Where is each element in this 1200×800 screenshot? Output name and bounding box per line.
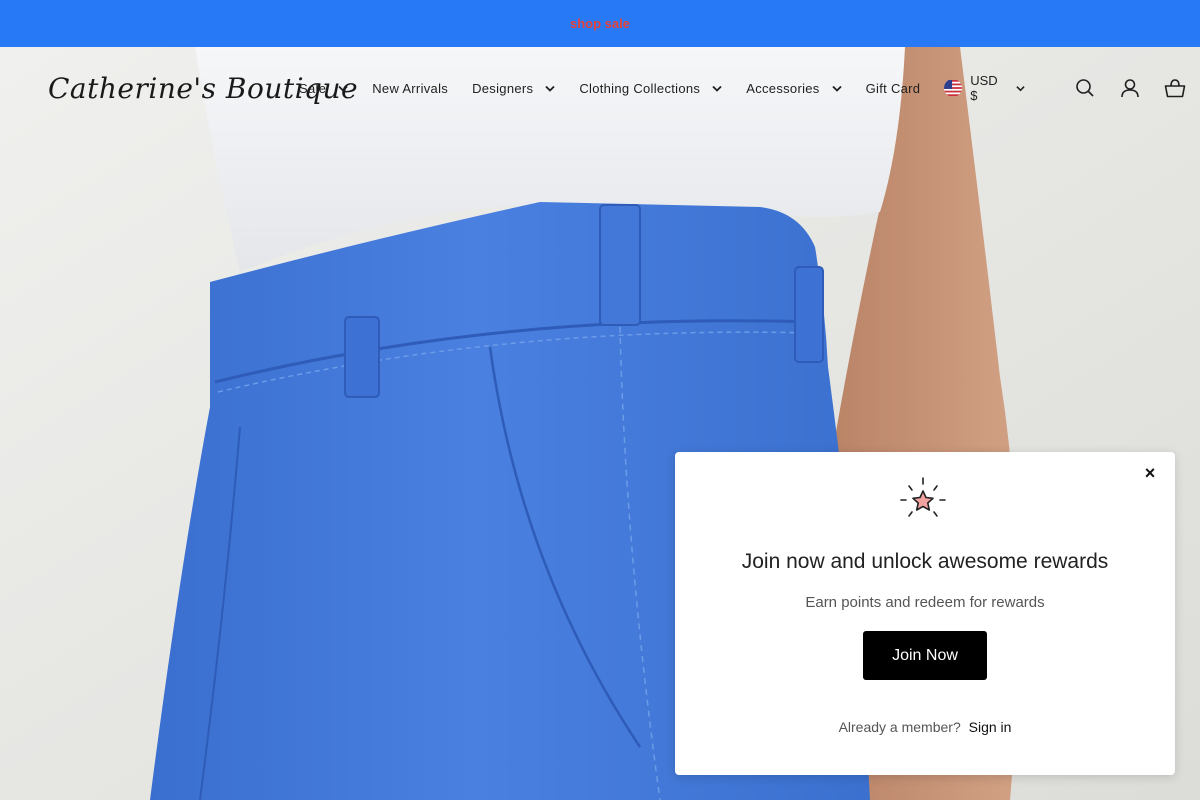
- nav-item-sale[interactable]: Sale: [299, 81, 348, 96]
- site-header: Catherine's Boutique Sale New Arrivals D…: [0, 47, 1200, 129]
- currency-selector[interactable]: USD $: [944, 73, 1026, 103]
- nav-item-clothing-collections[interactable]: Clothing Collections: [579, 81, 722, 96]
- chevron-down-icon: [831, 85, 842, 92]
- nav-item-label: Clothing Collections: [579, 80, 701, 96]
- account-icon: [1120, 79, 1139, 98]
- announcement-bar: shop sale: [0, 0, 1200, 47]
- popup-title: Join now and unlock awesome rewards: [741, 550, 1109, 573]
- shop-sale-link[interactable]: shop sale: [570, 16, 630, 31]
- nav-item-designers[interactable]: Designers: [472, 81, 555, 96]
- nav-item-new-arrivals[interactable]: New Arrivals: [372, 81, 448, 96]
- us-flag-icon: [944, 79, 963, 97]
- account-button[interactable]: [1120, 77, 1140, 99]
- main-nav: Sale New Arrivals Designers Clothing Col…: [299, 81, 944, 96]
- nav-item-label: Accessories: [746, 80, 820, 96]
- nav-item-label: Designers: [472, 80, 534, 96]
- store-logo[interactable]: Catherine's Boutique: [48, 72, 358, 105]
- sparkle-star-icon: [900, 477, 946, 517]
- nav-item-label: Sale: [299, 80, 327, 96]
- popup-subtitle: Earn points and redeem for rewards: [805, 594, 1045, 611]
- nav-item-label: Gift Card: [865, 80, 921, 96]
- chevron-down-icon: [712, 85, 722, 92]
- cart-button[interactable]: [1164, 77, 1186, 99]
- chevron-down-icon: [338, 85, 348, 92]
- chevron-down-icon: [1016, 85, 1026, 91]
- join-now-button[interactable]: Join Now: [863, 631, 987, 680]
- member-prompt: Already a member? Sign in: [675, 719, 1175, 735]
- cart-icon: [1164, 79, 1186, 98]
- chevron-down-icon: [545, 85, 555, 92]
- close-icon[interactable]: ×: [1141, 464, 1159, 482]
- sign-in-link[interactable]: Sign in: [969, 719, 1012, 735]
- rewards-popup: × Join now and unlock awesome rewards Ea…: [675, 452, 1175, 775]
- nav-item-gift-card[interactable]: Gift Card: [866, 81, 921, 96]
- search-icon: [1076, 79, 1095, 97]
- nav-item-label: New Arrivals: [372, 80, 449, 96]
- header-actions: USD $: [944, 73, 1186, 103]
- search-button[interactable]: [1075, 77, 1095, 99]
- member-text: Already a member?: [838, 719, 961, 735]
- currency-label: USD $: [970, 73, 998, 103]
- nav-item-accessories[interactable]: Accessories: [746, 80, 842, 96]
